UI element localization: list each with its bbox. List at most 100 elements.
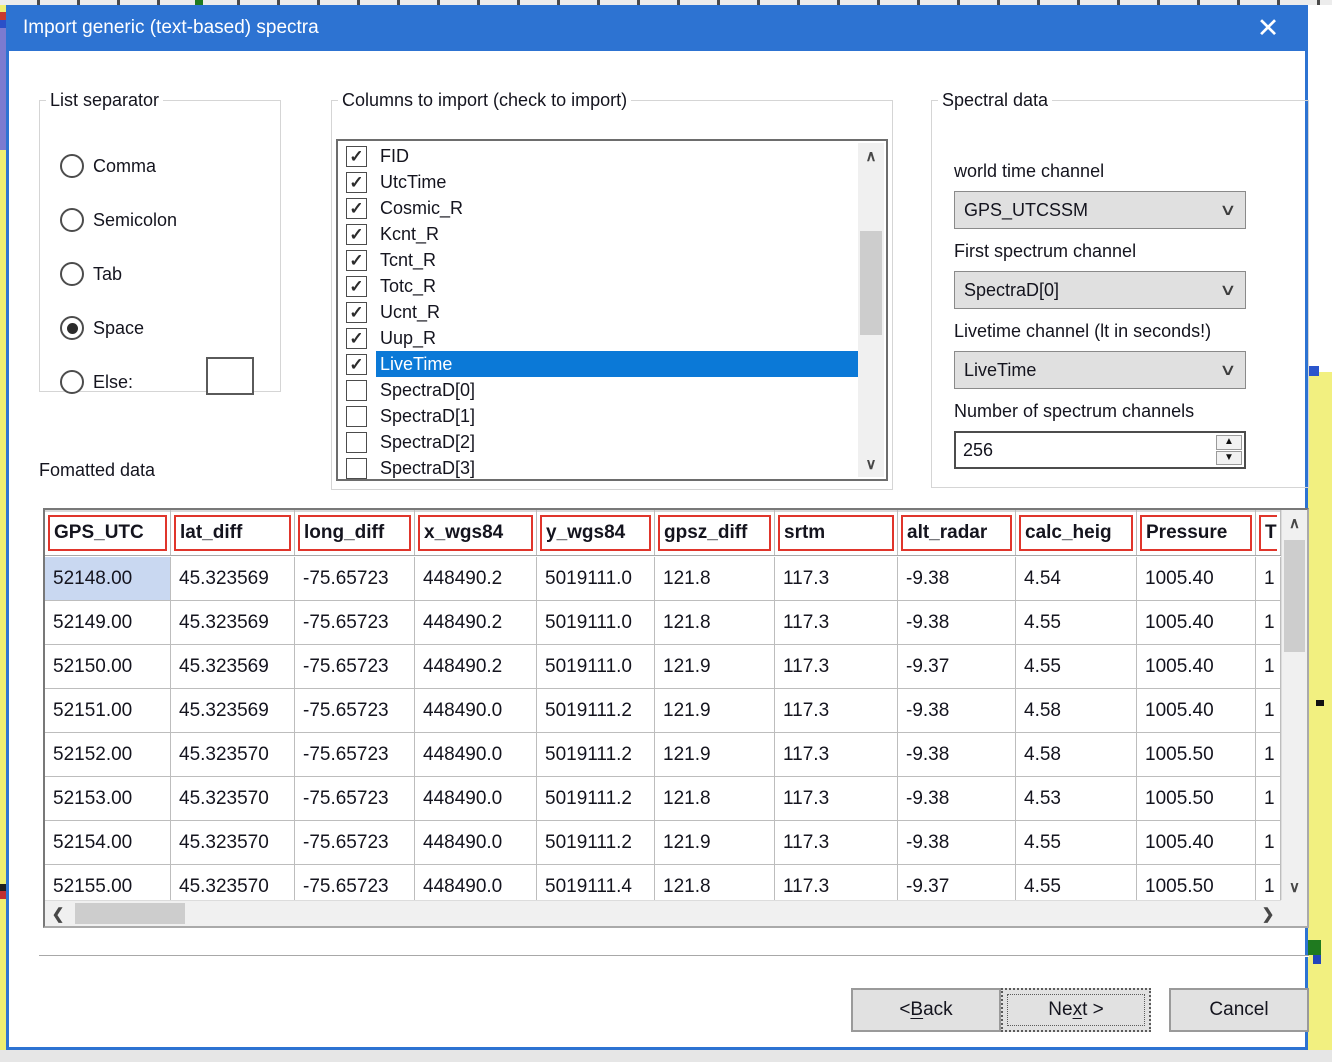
table-cell[interactable]: 1005.40 (1137, 689, 1256, 732)
table-cell[interactable]: 45.323569 (171, 689, 295, 732)
table-row[interactable]: 52152.0045.323570-75.65723448490.0501911… (45, 733, 1281, 777)
radio-icon[interactable] (60, 316, 84, 340)
table-cell[interactable]: 5019111.2 (537, 777, 655, 820)
col-header-srtm[interactable]: srtm (775, 510, 898, 555)
table-cell[interactable]: 121.9 (655, 689, 775, 732)
table-cell[interactable]: 4.55 (1016, 645, 1137, 688)
col-header-pressure[interactable]: Pressure (1137, 510, 1256, 555)
radio-option-else[interactable]: Else: (60, 367, 133, 397)
checkbox-checked-icon[interactable]: ✓ (346, 302, 367, 323)
columns-listbox[interactable]: ✓FID✓UtcTime✓Cosmic_R✓Kcnt_R✓Tcnt_R✓Totc… (336, 139, 888, 481)
col-header-y-wgs84[interactable]: y_wgs84 (537, 510, 655, 555)
radio-icon[interactable] (60, 154, 84, 178)
table-cell[interactable]: 117.3 (775, 821, 898, 864)
col-header-long-diff[interactable]: long_diff (295, 510, 415, 555)
table-cell[interactable]: 117.3 (775, 733, 898, 776)
table-cell[interactable]: -75.65723 (295, 733, 415, 776)
table-horizontal-scrollbar[interactable]: ❮ ❯ (45, 900, 1281, 926)
radio-icon[interactable] (60, 370, 84, 394)
table-cell[interactable]: -75.65723 (295, 821, 415, 864)
table-cell[interactable]: 1 (1256, 601, 1281, 644)
col-header-calc-heig[interactable]: calc_heig (1016, 510, 1137, 555)
scroll-down-icon[interactable]: ∨ (1282, 874, 1307, 900)
table-cell[interactable]: 4.53 (1016, 777, 1137, 820)
table-cell[interactable]: 4.55 (1016, 601, 1137, 644)
table-cell[interactable]: 4.58 (1016, 733, 1137, 776)
column-item-fid[interactable]: ✓FID (338, 143, 858, 169)
table-cell[interactable]: 117.3 (775, 777, 898, 820)
column-item-cosmic-r[interactable]: ✓Cosmic_R (338, 195, 858, 221)
table-cell[interactable]: 52154.00 (45, 821, 171, 864)
table-row[interactable]: 52149.0045.323569-75.65723448490.2501911… (45, 601, 1281, 645)
table-cell[interactable]: 1005.50 (1137, 733, 1256, 776)
column-item-spectrad-1[interactable]: SpectraD[1] (338, 403, 858, 429)
table-cell[interactable]: 448490.0 (415, 777, 537, 820)
table-cell[interactable]: 45.323570 (171, 777, 295, 820)
table-cell[interactable]: 45.323569 (171, 557, 295, 600)
table-cell[interactable]: 121.9 (655, 645, 775, 688)
table-row[interactable]: 52154.0045.323570-75.65723448490.0501911… (45, 821, 1281, 865)
table-cell[interactable]: -9.38 (898, 557, 1016, 600)
livetime-channel-combobox[interactable]: LiveTime ∨ (954, 351, 1246, 389)
table-cell[interactable]: 121.8 (655, 601, 775, 644)
table-cell[interactable]: -9.38 (898, 689, 1016, 732)
table-row[interactable]: 52153.0045.323570-75.65723448490.0501911… (45, 777, 1281, 821)
world-time-channel-combobox[interactable]: GPS_UTCSSM ∨ (954, 191, 1246, 229)
scrollbar-thumb[interactable] (860, 231, 882, 335)
table-cell[interactable]: 1005.40 (1137, 601, 1256, 644)
scroll-up-icon[interactable]: ∧ (858, 143, 884, 169)
scroll-left-icon[interactable]: ❮ (45, 901, 71, 926)
table-cell[interactable]: 45.323570 (171, 733, 295, 776)
table-cell[interactable]: 1 (1256, 821, 1281, 864)
table-cell[interactable]: 4.54 (1016, 557, 1137, 600)
table-cell[interactable]: -75.65723 (295, 689, 415, 732)
column-item-uup-r[interactable]: ✓Uup_R (338, 325, 858, 351)
radio-option-semicolon[interactable]: Semicolon (60, 205, 177, 235)
table-cell[interactable]: 1 (1256, 777, 1281, 820)
table-row[interactable]: 52148.0045.323569-75.65723448490.2501911… (45, 557, 1281, 601)
scrollbar-thumb[interactable] (1284, 540, 1305, 652)
scroll-down-icon[interactable]: ∨ (858, 451, 884, 477)
spin-up-icon[interactable]: ▲ (1216, 435, 1242, 450)
checkbox-unchecked-icon[interactable] (346, 458, 367, 479)
col-header-gpsz-diff[interactable]: gpsz_diff (655, 510, 775, 555)
num-channels-spinner[interactable]: 256 ▲ ▼ (954, 431, 1246, 469)
table-cell[interactable]: 1005.40 (1137, 645, 1256, 688)
column-item-utctime[interactable]: ✓UtcTime (338, 169, 858, 195)
table-cell[interactable]: 448490.2 (415, 645, 537, 688)
table-vertical-scrollbar[interactable]: ∧ ∨ (1281, 510, 1307, 900)
table-cell[interactable]: 52153.00 (45, 777, 171, 820)
radio-option-comma[interactable]: Comma (60, 151, 156, 181)
table-cell[interactable]: -75.65723 (295, 645, 415, 688)
first-spectrum-channel-combobox[interactable]: SpectraD[0] ∨ (954, 271, 1246, 309)
table-cell[interactable]: 52148.00 (45, 557, 171, 600)
table-cell[interactable]: -9.38 (898, 821, 1016, 864)
table-cell[interactable]: 1 (1256, 645, 1281, 688)
checkbox-checked-icon[interactable]: ✓ (346, 198, 367, 219)
table-cell[interactable]: 448490.0 (415, 821, 537, 864)
table-cell[interactable]: 5019111.0 (537, 645, 655, 688)
column-item-ucnt-r[interactable]: ✓Ucnt_R (338, 299, 858, 325)
col-header-x-wgs84[interactable]: x_wgs84 (415, 510, 537, 555)
table-cell[interactable]: 5019111.2 (537, 733, 655, 776)
table-row[interactable]: 52151.0045.323569-75.65723448490.0501911… (45, 689, 1281, 733)
column-item-spectrad-0[interactable]: SpectraD[0] (338, 377, 858, 403)
table-cell[interactable]: 5019111.2 (537, 689, 655, 732)
table-cell[interactable]: 4.58 (1016, 689, 1137, 732)
chevron-down-icon[interactable]: ∨ (1219, 200, 1237, 220)
table-cell[interactable]: -75.65723 (295, 557, 415, 600)
checkbox-checked-icon[interactable]: ✓ (346, 276, 367, 297)
table-cell[interactable]: -9.38 (898, 601, 1016, 644)
table-cell[interactable]: 52151.00 (45, 689, 171, 732)
radio-icon[interactable] (60, 208, 84, 232)
close-icon[interactable]: ✕ (1245, 5, 1291, 51)
table-cell[interactable]: 121.8 (655, 777, 775, 820)
column-item-spectrad-2[interactable]: SpectraD[2] (338, 429, 858, 455)
column-item-livetime[interactable]: ✓LiveTime (338, 351, 858, 377)
chevron-down-icon[interactable]: ∨ (1219, 360, 1237, 380)
table-cell[interactable]: 1005.50 (1137, 777, 1256, 820)
checkbox-checked-icon[interactable]: ✓ (346, 354, 367, 375)
table-cell[interactable]: 117.3 (775, 645, 898, 688)
table-cell[interactable]: 45.323569 (171, 645, 295, 688)
col-header-t[interactable]: T (1256, 510, 1281, 555)
